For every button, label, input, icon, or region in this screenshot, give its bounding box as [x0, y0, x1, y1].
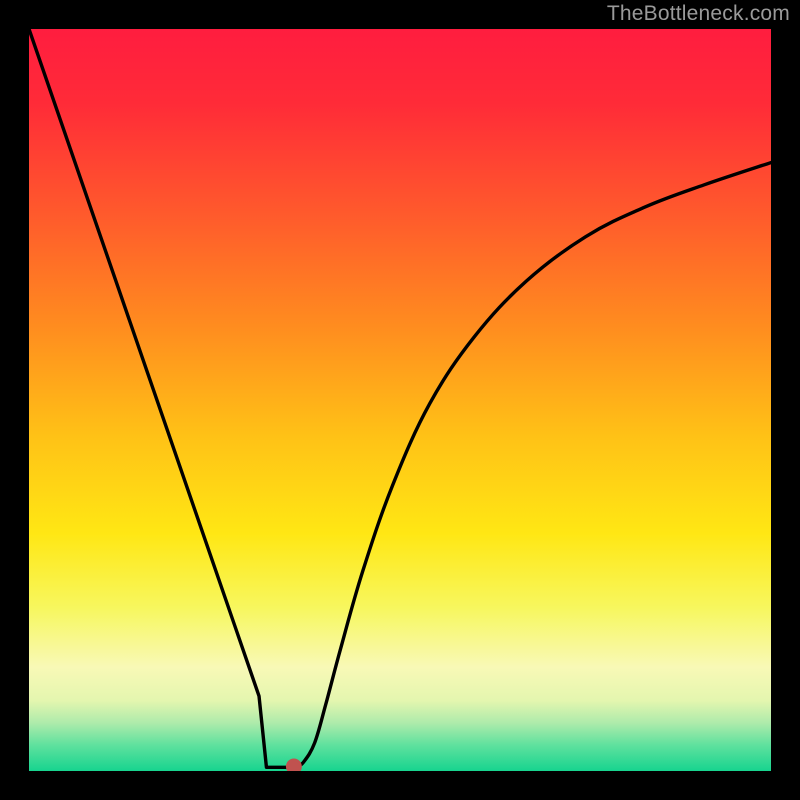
watermark-text: TheBottleneck.com [607, 2, 790, 26]
gradient-background [29, 29, 771, 771]
plot-area [29, 29, 771, 771]
chart-frame: TheBottleneck.com [0, 0, 800, 800]
bottleneck-chart [29, 29, 771, 771]
